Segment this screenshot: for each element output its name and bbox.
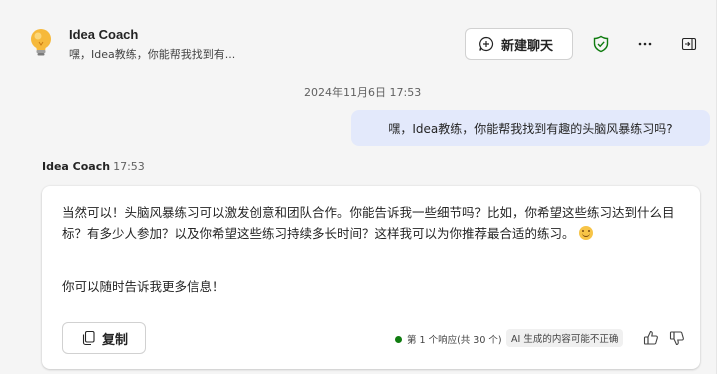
bot-message-paragraph-1: 当然可以！头脑风暴练习可以激发创意和团队合作。你能告诉我一些细节吗？比如，你希望… [62, 202, 692, 244]
more-options-button[interactable] [631, 30, 659, 58]
chat-header: Idea Coach 嘿，Idea教练，你能帮我找到有... 新建聊天 [0, 0, 716, 80]
copy-button[interactable]: 复制 [62, 322, 146, 354]
bot-name: Idea Coach [42, 160, 111, 173]
shield-check-icon [593, 35, 609, 53]
panel-collapse-button[interactable] [675, 30, 703, 58]
conversation-subtitle: 嘿，Idea教练，你能帮我找到有... [69, 48, 236, 61]
thumbs-up-icon[interactable] [642, 329, 660, 347]
response-count-text: 第 1 个响应(共 30 个) [407, 335, 502, 346]
more-horizontal-icon [638, 42, 652, 46]
status-dot [395, 335, 402, 343]
copy-icon [82, 330, 95, 346]
smiling-face-emoji [578, 226, 593, 240]
panel-collapse-icon [681, 37, 697, 51]
bot-message-paragraph-2: 你可以随时告诉我更多信息！ [62, 279, 225, 294]
bot-message-meta: Idea Coach 17:53 [42, 160, 145, 173]
new-chat-button[interactable]: 新建聊天 [465, 28, 573, 60]
response-counter: 第 1 个响应(共 30 个) [395, 332, 502, 346]
bot-message-card: 当然可以！头脑风暴练习可以激发创意和团队合作。你能告诉我一些细节吗？比如，你希望… [42, 186, 700, 369]
bot-title: Idea Coach [69, 27, 139, 42]
thumbs-down-icon[interactable] [668, 329, 686, 347]
chat-add-icon [479, 36, 494, 52]
conversation-timestamp: 2024年11月6日 17:53 [304, 86, 422, 99]
user-message-bubble: 嘿，Idea教练，你能帮我找到有趣的头脑风暴练习吗? [351, 110, 710, 146]
chat-window: Idea Coach 嘿，Idea教练，你能帮我找到有... 新建聊天 2024… [0, 0, 717, 374]
bot-message-time: 17:53 [113, 160, 145, 173]
lightbulb-icon [31, 29, 51, 56]
shield-button[interactable] [587, 30, 615, 58]
user-message-text: 嘿，Idea教练，你能帮我找到有趣的头脑风暴练习吗? [388, 121, 673, 136]
new-chat-label: 新建聊天 [501, 38, 554, 54]
ai-disclaimer-badge: AI 生成的内容可能不正确 [506, 329, 624, 347]
copy-label: 复制 [102, 332, 129, 348]
